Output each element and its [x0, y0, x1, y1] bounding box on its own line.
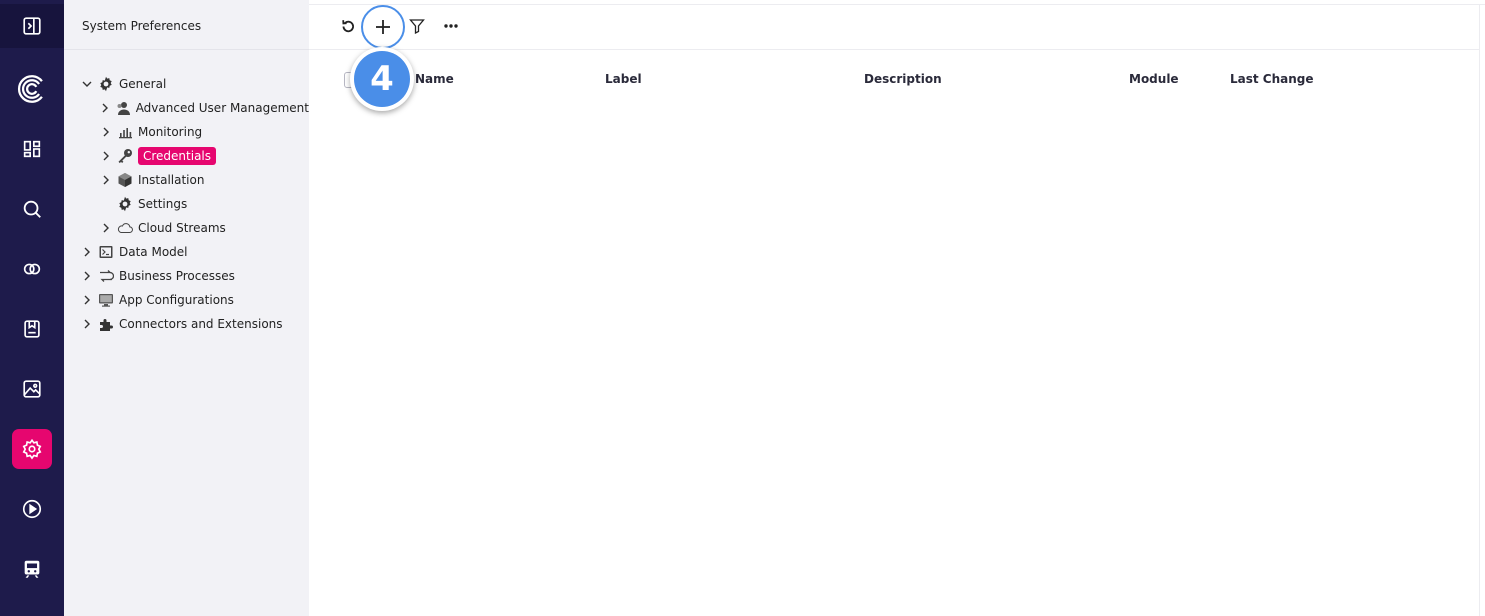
cube-icon — [116, 171, 134, 189]
tree-item-credentials[interactable]: Credentials — [64, 144, 309, 168]
sidebar-toggle-icon[interactable] — [0, 4, 64, 48]
filter-button[interactable] — [405, 14, 429, 38]
chevron-right-icon[interactable] — [98, 124, 114, 140]
toolbar — [309, 5, 1479, 50]
panel-title: System Preferences — [64, 0, 309, 50]
cloud-icon — [116, 219, 134, 237]
refresh-button[interactable] — [336, 14, 360, 38]
settings-icon[interactable] — [0, 427, 64, 471]
tree-item-installation[interactable]: Installation — [64, 168, 309, 192]
process-icon — [97, 267, 115, 285]
tree-item-label: Data Model — [119, 245, 188, 259]
refresh-icon — [342, 20, 354, 33]
more-icon — [444, 24, 458, 28]
more-options-button[interactable] — [439, 14, 463, 38]
tree-item-label: Advanced User Management — [135, 101, 309, 115]
tree-item-app-configurations[interactable]: App Configurations — [64, 288, 309, 312]
tree-item-settings[interactable]: Settings — [64, 192, 309, 216]
preferences-tree-panel: System Preferences General Advanced User… — [64, 0, 309, 616]
play-icon[interactable] — [0, 487, 64, 531]
tree-item-label: Installation — [138, 173, 205, 187]
logo-icon[interactable] — [0, 67, 64, 111]
preferences-tree: General Advanced User Management Monitor… — [64, 50, 309, 336]
column-header-last-change[interactable]: Last Change — [1230, 72, 1314, 90]
tree-item-data-model[interactable]: Data Model — [64, 240, 309, 264]
train-icon[interactable] — [0, 547, 64, 591]
chevron-right-icon[interactable] — [98, 100, 113, 116]
icon-rail — [0, 0, 64, 616]
tree-item-label: Settings — [138, 197, 188, 211]
key-icon — [116, 147, 134, 165]
chevron-right-icon[interactable] — [98, 220, 114, 236]
app-window: System Preferences General Advanced User… — [0, 0, 1485, 616]
chevron-right-icon[interactable] — [98, 172, 114, 188]
chevron-down-icon[interactable] — [79, 76, 95, 92]
tree-item-business-processes[interactable]: Business Processes — [64, 264, 309, 288]
divider — [1479, 4, 1480, 616]
gear-icon — [97, 75, 115, 93]
tree-item-general[interactable]: General — [64, 72, 309, 96]
gear-icon — [116, 195, 134, 213]
tree-item-label: App Configurations — [119, 293, 234, 307]
chevron-right-icon[interactable] — [79, 268, 95, 284]
chevron-right-icon[interactable] — [79, 292, 95, 308]
tree-item-connectors-and-extensions[interactable]: Connectors and Extensions — [64, 312, 309, 336]
tree-item-advanced-user-management[interactable]: Advanced User Management — [64, 96, 309, 120]
image-icon[interactable] — [0, 367, 64, 411]
users-icon — [115, 99, 132, 117]
step-number: 4 — [354, 51, 410, 107]
tree-item-label: Monitoring — [138, 125, 203, 139]
link-icon[interactable] — [0, 247, 64, 291]
add-button[interactable] — [361, 5, 405, 49]
tree-item-label: Business Processes — [119, 269, 235, 283]
terminal-icon — [97, 243, 115, 261]
chevron-right-icon[interactable] — [98, 148, 114, 164]
bar-chart-icon — [116, 123, 134, 141]
main-content: Name Label Description Module Last Chang… — [309, 0, 1485, 616]
puzzle-icon — [97, 315, 115, 333]
chevron-right-icon[interactable] — [79, 316, 95, 332]
search-icon[interactable] — [0, 187, 64, 231]
column-header-label[interactable]: Label — [605, 72, 642, 90]
monitor-icon — [97, 291, 115, 309]
bookmark-icon[interactable] — [0, 307, 64, 351]
tree-item-label: Cloud Streams — [138, 221, 226, 235]
column-header-description[interactable]: Description — [864, 72, 942, 90]
column-header-module[interactable]: Module — [1129, 72, 1179, 90]
tree-item-label: Connectors and Extensions — [119, 317, 283, 331]
step-number-badge: 4 — [350, 47, 414, 111]
add-icon — [376, 20, 390, 34]
dashboard-icon[interactable] — [0, 127, 64, 171]
tree-item-monitoring[interactable]: Monitoring — [64, 120, 309, 144]
filter-icon — [409, 19, 425, 34]
tree-item-cloud-streams[interactable]: Cloud Streams — [64, 216, 309, 240]
column-header-name[interactable]: Name — [415, 72, 454, 90]
chevron-placeholder — [98, 196, 114, 212]
tree-item-label-selected: Credentials — [138, 147, 217, 165]
settings-active-indicator — [12, 429, 52, 469]
tree-item-label: General — [119, 77, 167, 91]
chevron-right-icon[interactable] — [79, 244, 95, 260]
